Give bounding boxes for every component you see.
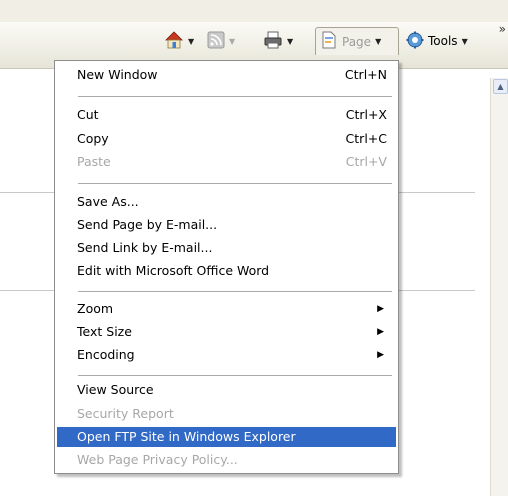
feeds-icon	[207, 31, 225, 52]
menu-item-label: Zoom	[77, 301, 114, 316]
toolbar-overflow-chevron[interactable]: »	[499, 22, 506, 36]
menu-item-paste[interactable]: Paste Ctrl+V	[57, 152, 396, 172]
menu-item-edit-with-word[interactable]: Edit with Microsoft Office Word	[57, 261, 396, 281]
print-icon	[263, 30, 283, 53]
menu-item-label: View Source	[77, 382, 154, 397]
feeds-button[interactable]: ▼	[203, 27, 239, 55]
menu-item-shortcut: Ctrl+C	[345, 131, 387, 146]
title-strip	[0, 0, 508, 22]
submenu-arrow-icon: ▶	[377, 350, 384, 360]
home-button[interactable]: ▼	[160, 27, 198, 55]
menu-item-label: New Window	[77, 67, 158, 82]
feeds-dropdown-icon[interactable]: ▼	[229, 37, 235, 46]
menu-item-label: Send Link by E-mail...	[77, 240, 213, 255]
page-dropdown-menu: New Window Ctrl+N Cut Ctrl+X Copy Ctrl+C…	[54, 60, 399, 474]
menu-item-label: Text Size	[77, 324, 132, 339]
menu-item-security-report[interactable]: Security Report	[57, 404, 396, 424]
menu-item-shortcut: Ctrl+N	[344, 67, 387, 82]
page-menu-button[interactable]: Page ▼	[315, 27, 399, 55]
home-dropdown-icon[interactable]: ▼	[188, 37, 194, 46]
menu-item-save-as[interactable]: Save As...	[57, 192, 396, 212]
menu-item-new-window[interactable]: New Window Ctrl+N	[57, 65, 396, 85]
menu-item-label: Web Page Privacy Policy...	[77, 452, 238, 467]
tools-menu-label: Tools	[428, 34, 458, 48]
menu-item-send-link[interactable]: Send Link by E-mail...	[57, 238, 396, 258]
menu-item-shortcut: Ctrl+V	[345, 154, 387, 169]
menu-item-privacy-policy[interactable]: Web Page Privacy Policy...	[57, 450, 396, 470]
scroll-up-icon[interactable]: ▲	[493, 79, 508, 94]
menu-item-view-source[interactable]: View Source	[57, 380, 396, 400]
menu-separator	[78, 183, 392, 184]
menu-item-cut[interactable]: Cut Ctrl+X	[57, 105, 396, 125]
menu-item-zoom[interactable]: Zoom ▶	[57, 299, 396, 319]
menu-item-copy[interactable]: Copy Ctrl+C	[57, 129, 396, 149]
menu-item-open-ftp[interactable]: Open FTP Site in Windows Explorer	[57, 427, 396, 447]
menu-separator	[78, 96, 392, 97]
page-menu-label: Page	[342, 34, 372, 49]
menu-item-label: Save As...	[77, 194, 139, 209]
menu-item-label: Open FTP Site in Windows Explorer	[77, 429, 296, 444]
submenu-arrow-icon: ▶	[377, 327, 384, 337]
menu-item-label: Send Page by E-mail...	[77, 217, 218, 232]
menu-item-shortcut: Ctrl+X	[345, 107, 387, 122]
menu-item-label: Edit with Microsoft Office Word	[77, 263, 270, 278]
menu-item-label: Paste	[77, 154, 111, 169]
menu-separator	[78, 375, 392, 376]
submenu-arrow-icon: ▶	[377, 304, 384, 314]
page-dropdown-icon: ▼	[375, 37, 382, 46]
menu-item-encoding[interactable]: Encoding ▶	[57, 345, 396, 365]
menu-item-label: Copy	[77, 131, 109, 146]
menu-item-send-page[interactable]: Send Page by E-mail...	[57, 215, 396, 235]
menu-item-label: Encoding	[77, 347, 135, 362]
vertical-scrollbar[interactable]	[490, 78, 508, 496]
menu-item-label: Security Report	[77, 406, 174, 421]
menu-item-text-size[interactable]: Text Size ▶	[57, 322, 396, 342]
print-button[interactable]: ▼	[259, 27, 297, 55]
tools-gear-icon	[406, 31, 424, 52]
menu-item-label: Cut	[77, 107, 99, 122]
print-dropdown-icon[interactable]: ▼	[287, 37, 293, 46]
tools-menu-button[interactable]: Tools ▼	[402, 27, 472, 55]
menu-separator	[78, 291, 392, 292]
page-icon	[320, 31, 338, 52]
tools-dropdown-icon: ▼	[461, 36, 468, 46]
home-icon	[164, 30, 184, 53]
